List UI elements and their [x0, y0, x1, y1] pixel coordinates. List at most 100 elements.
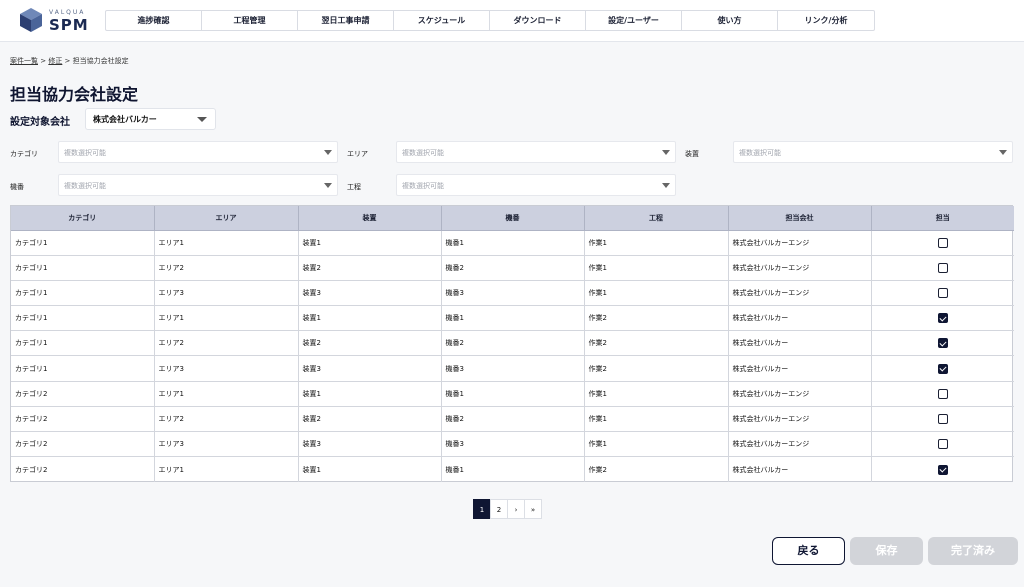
cell-assigned	[871, 406, 1014, 433]
table-row: カテゴリ1 エリア1 装置1 機番1 作業2 株式会社バルカー	[11, 305, 1014, 332]
nav-process-management[interactable]: 工程管理	[202, 11, 298, 30]
filter-device-label: 装置	[685, 150, 699, 158]
save-button[interactable]: 保存	[850, 537, 923, 565]
last-page-button[interactable]: »	[524, 499, 542, 519]
column-header-device: 装置	[298, 206, 442, 231]
cell-area: エリア3	[154, 355, 299, 382]
table-body: カテゴリ1 エリア1 装置1 機番1 作業1 株式会社バルカーエンジ カテゴリ1 エリア2 装置…	[11, 230, 1014, 482]
next-page-button[interactable]: ›	[507, 499, 525, 519]
cell-category: カテゴリ1	[11, 355, 155, 382]
filter-area-placeholder: 複数選択可能	[402, 149, 444, 157]
logo-text: SPM	[49, 16, 89, 34]
breadcrumb-separator: >	[62, 57, 73, 65]
nav-settings-users[interactable]: 設定/ユーザー	[586, 11, 682, 30]
filter-unit-select[interactable]: 複数選択可能	[58, 174, 338, 196]
cell-assigned	[871, 431, 1014, 458]
cell-company: 株式会社バルカーエンジ	[728, 255, 872, 281]
back-button[interactable]: 戻る	[772, 537, 845, 565]
cell-company: 株式会社バルカーエンジ	[728, 406, 872, 433]
table-row: カテゴリ1 エリア3 装置3 機番3 作業2 株式会社バルカー	[11, 355, 1014, 382]
cell-area: エリア3	[154, 431, 299, 458]
assigned-checkbox[interactable]	[937, 262, 948, 273]
column-header-area: エリア	[154, 206, 299, 231]
table-row: カテゴリ2 エリア2 装置2 機番2 作業1 株式会社バルカーエンジ	[11, 406, 1014, 433]
cell-assigned	[871, 280, 1014, 307]
cell-unit: 機番3	[441, 355, 585, 382]
cell-area: エリア2	[154, 406, 299, 433]
cell-device: 装置3	[298, 280, 442, 307]
cell-company: 株式会社バルカー	[728, 355, 872, 382]
filter-area-select[interactable]: 複数選択可能	[396, 141, 676, 163]
column-header-company: 担当会社	[728, 206, 872, 231]
cell-category: カテゴリ1	[11, 280, 155, 307]
cell-assigned	[871, 457, 1014, 482]
assigned-checkbox[interactable]	[937, 313, 948, 324]
assigned-checkbox[interactable]	[937, 237, 948, 248]
complete-button[interactable]: 完了済み	[928, 537, 1018, 565]
nav-how-to-use[interactable]: 使い方	[682, 11, 778, 30]
cell-category: カテゴリ1	[11, 230, 155, 256]
cell-area: エリア3	[154, 280, 299, 307]
cell-device: 装置2	[298, 255, 442, 281]
assigned-checkbox[interactable]	[937, 363, 948, 374]
cell-category: カテゴリ1	[11, 305, 155, 332]
cell-process: 作業2	[584, 456, 729, 482]
cell-category: カテゴリ2	[11, 456, 155, 482]
table-row: カテゴリ1 エリア3 装置3 機番3 作業1 株式会社バルカーエンジ	[11, 280, 1014, 307]
assigned-checkbox[interactable]	[937, 388, 948, 399]
filter-category-select[interactable]: 複数選択可能	[58, 141, 338, 163]
target-company-select[interactable]: 株式会社バルカー	[85, 108, 216, 130]
target-company-value: 株式会社バルカー	[93, 115, 157, 124]
logo-subtext: VALQUA	[49, 9, 86, 16]
cell-area: エリア2	[154, 330, 299, 357]
cell-device: 装置3	[298, 431, 442, 458]
nav-links-analysis[interactable]: リンク/分析	[778, 11, 874, 30]
breadcrumb: 案件一覧 > 修正 > 担当協力会社設定	[10, 56, 129, 66]
cell-process: 作業1	[584, 431, 729, 458]
cell-assigned	[871, 381, 1014, 407]
cell-company: 株式会社バルカー	[728, 305, 872, 332]
page-2-button[interactable]: 2	[490, 499, 508, 519]
cell-company: 株式会社バルカーエンジ	[728, 431, 872, 458]
cell-unit: 機番1	[441, 305, 585, 332]
cell-device: 装置1	[298, 305, 442, 332]
filter-unit-placeholder: 複数選択可能	[64, 182, 106, 190]
valqua-logo[interactable]: VALQUA SPM	[18, 7, 98, 35]
assigned-checkbox[interactable]	[937, 338, 948, 349]
filter-device-select[interactable]: 複数選択可能	[733, 141, 1013, 163]
filter-process-select[interactable]: 複数選択可能	[396, 174, 676, 196]
page-1-button[interactable]: 1	[473, 499, 491, 519]
cell-assigned	[871, 355, 1014, 382]
nav-schedule[interactable]: スケジュール	[394, 11, 490, 30]
main-nav: 進捗確認 工程管理 翌日工事申請 スケジュール ダウンロード 設定/ユーザー 使…	[105, 10, 875, 31]
column-header-unit: 機番	[441, 206, 585, 231]
cell-device: 装置1	[298, 456, 442, 482]
pagination: 1 2 › »	[473, 499, 542, 519]
breadcrumb-project-list[interactable]: 案件一覧	[10, 57, 38, 65]
nav-download[interactable]: ダウンロード	[490, 11, 586, 30]
assigned-checkbox[interactable]	[937, 287, 948, 298]
filter-category-placeholder: 複数選択可能	[64, 149, 106, 157]
cell-process: 作業2	[584, 355, 729, 382]
cell-unit: 機番2	[441, 406, 585, 433]
cell-unit: 機番3	[441, 431, 585, 458]
assigned-checkbox[interactable]	[937, 464, 948, 475]
breadcrumb-edit[interactable]: 修正	[48, 57, 62, 65]
table-row: カテゴリ1 エリア1 装置1 機番1 作業1 株式会社バルカーエンジ	[11, 230, 1014, 256]
filter-category-label: カテゴリ	[10, 150, 38, 158]
target-company-label: 設定対象会社	[10, 117, 70, 128]
cell-company: 株式会社バルカーエンジ	[728, 230, 872, 256]
cell-assigned	[871, 255, 1014, 281]
cell-category: カテゴリ2	[11, 406, 155, 433]
cell-unit: 機番3	[441, 280, 585, 307]
assigned-checkbox[interactable]	[937, 413, 948, 424]
app-header: VALQUA SPM 進捗確認 工程管理 翌日工事申請 スケジュール ダウンロー…	[0, 0, 1024, 42]
cell-process: 作業1	[584, 280, 729, 307]
cell-area: エリア1	[154, 456, 299, 482]
nav-progress[interactable]: 進捗確認	[106, 11, 202, 30]
assigned-checkbox[interactable]	[937, 439, 948, 450]
cell-device: 装置2	[298, 406, 442, 433]
cell-area: エリア1	[154, 305, 299, 332]
cell-unit: 機番2	[441, 255, 585, 281]
nav-next-day-request[interactable]: 翌日工事申請	[298, 11, 394, 30]
